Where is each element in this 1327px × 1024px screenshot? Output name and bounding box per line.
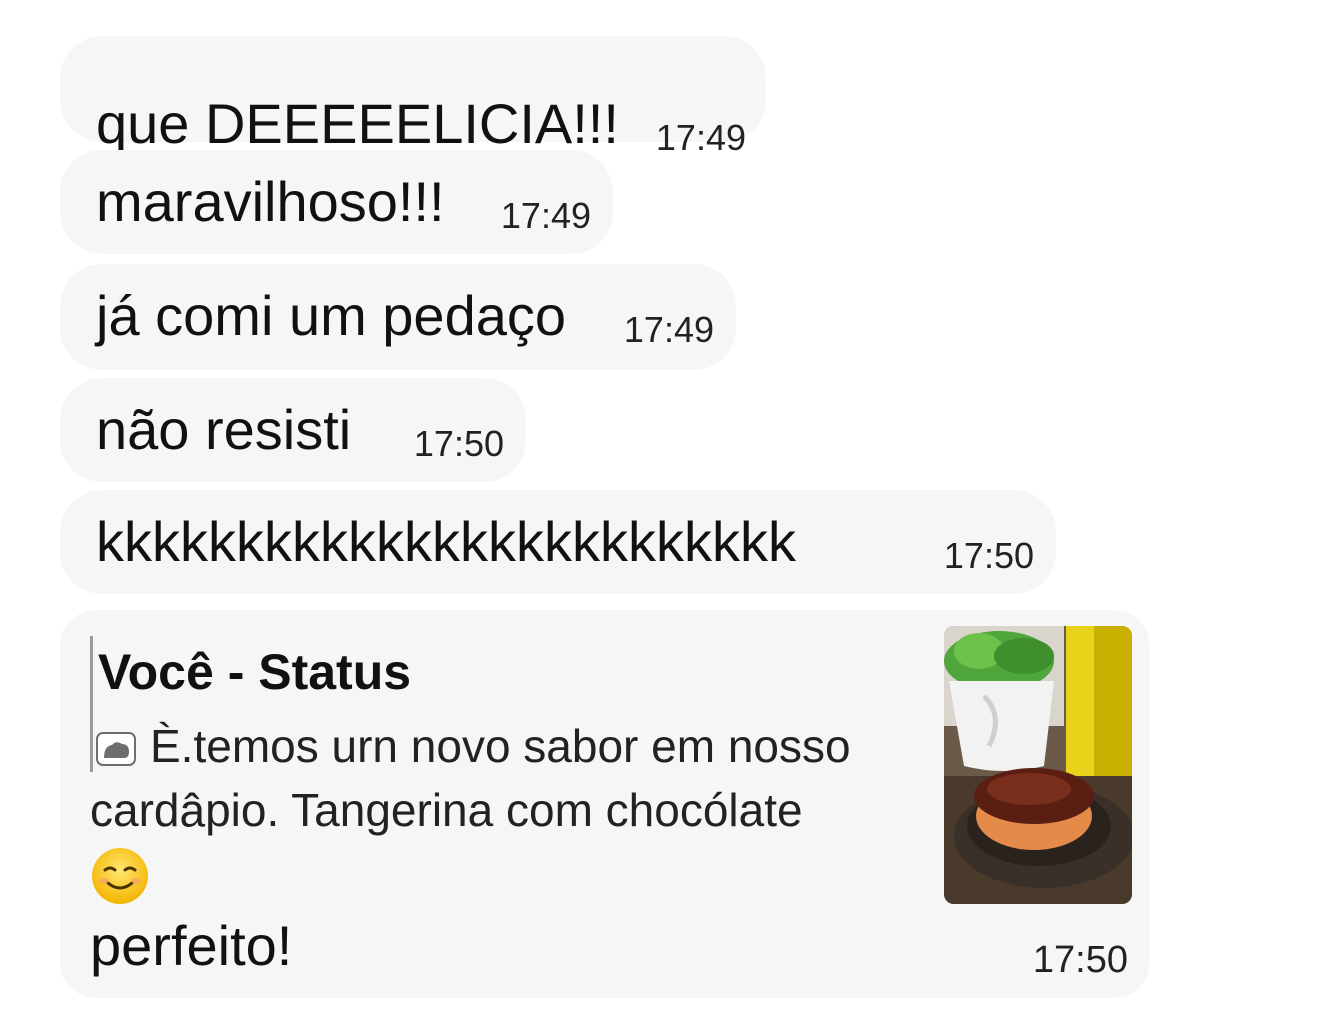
message-time: 17:50 <box>1032 939 1128 981</box>
quote-text-line2: cardâpio. Tangerina com chocólate <box>90 784 803 836</box>
message-bubble[interactable]: maravilhoso!!! 17:49 <box>60 150 613 254</box>
message-text: que DEEEEELICIA!!! <box>96 92 619 155</box>
message-time: 17:50 <box>413 423 504 464</box>
reply-text: perfeito! <box>90 914 293 977</box>
smiling-face-icon <box>92 848 148 904</box>
message-time: 17:50 <box>943 535 1034 576</box>
message-text: kkkkkkkkkkkkkkkkkkkkkkkkk <box>96 510 796 573</box>
message-text: não resisti <box>96 398 352 461</box>
message-time: 17:49 <box>655 117 746 158</box>
cake-photo-thumbnail[interactable] <box>944 626 1132 904</box>
photo-icon <box>96 732 136 766</box>
quote-text: È.temos urn novo sabor em nosso cardâpio… <box>90 714 920 906</box>
message-bubble[interactable]: kkkkkkkkkkkkkkkkkkkkkkkkk 17:50 <box>60 490 1056 594</box>
reply-message-bubble[interactable]: Você - Status È.temos urn novo sabor em … <box>60 610 1150 998</box>
message-time: 17:49 <box>500 195 591 236</box>
quote-author: Você - Status <box>98 644 412 700</box>
message-text: já comi um pedaço <box>96 284 567 347</box>
message-bubble[interactable]: não resisti 17:50 <box>60 378 526 482</box>
message-bubble[interactable]: já comi um pedaço 17:49 <box>60 264 736 370</box>
message-time: 17:49 <box>623 309 714 350</box>
quoted-status[interactable]: Você - Status È.temos urn novo sabor em … <box>90 626 920 906</box>
message-bubble[interactable]: que DEEEEELICIA!!! 17:49 <box>60 36 766 158</box>
message-text: maravilhoso!!! <box>96 170 445 233</box>
quote-text-line1: È.temos urn novo sabor em nosso <box>150 720 851 772</box>
